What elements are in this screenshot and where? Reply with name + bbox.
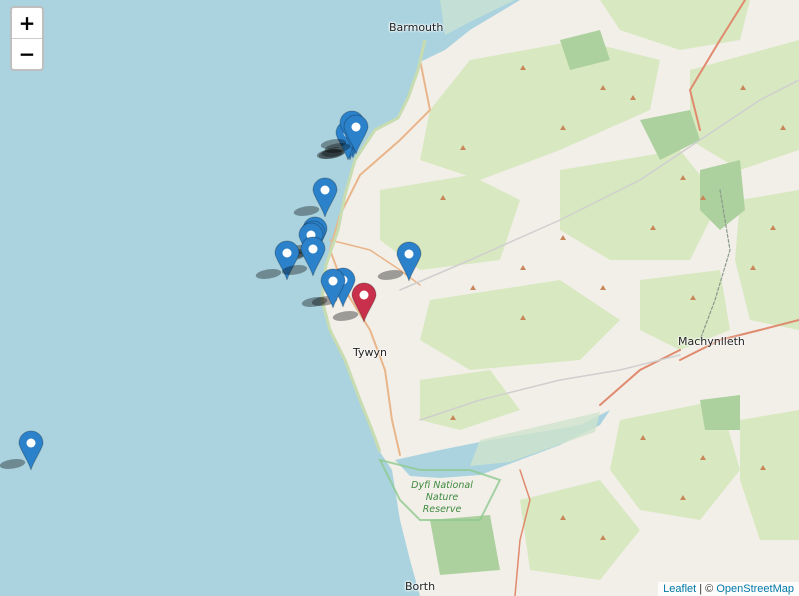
place-label-machynlleth: Machynlleth	[678, 335, 745, 348]
osm-link[interactable]: OpenStreetMap	[716, 583, 794, 595]
reserve-label: Dyfi National Nature Reserve	[411, 480, 473, 515]
leaflet-link[interactable]: Leaflet	[663, 583, 696, 595]
map-marker-blue[interactable]	[377, 241, 422, 282]
attribution: Leaflet | © OpenStreetMap	[658, 582, 799, 596]
place-label-tywyn: Tywyn	[353, 346, 387, 359]
map-marker-red[interactable]	[332, 282, 377, 323]
zoom-out-button[interactable]: −	[12, 38, 42, 69]
place-label-barmouth: Barmouth	[389, 21, 444, 34]
map-marker-blue[interactable]	[293, 177, 338, 218]
zoom-control: + −	[10, 6, 44, 71]
place-label-borth: Borth	[405, 580, 436, 593]
map-marker-blue[interactable]	[324, 114, 369, 155]
attribution-separator: | ©	[699, 583, 714, 595]
map-tiles	[320, 0, 799, 596]
zoom-in-button[interactable]: +	[12, 8, 42, 38]
map-canvas[interactable]: Barmouth Tywyn Machynlleth Borth Dyfi Na…	[0, 0, 799, 596]
map-marker-blue[interactable]	[301, 268, 346, 309]
map-marker-blue[interactable]	[0, 430, 44, 471]
